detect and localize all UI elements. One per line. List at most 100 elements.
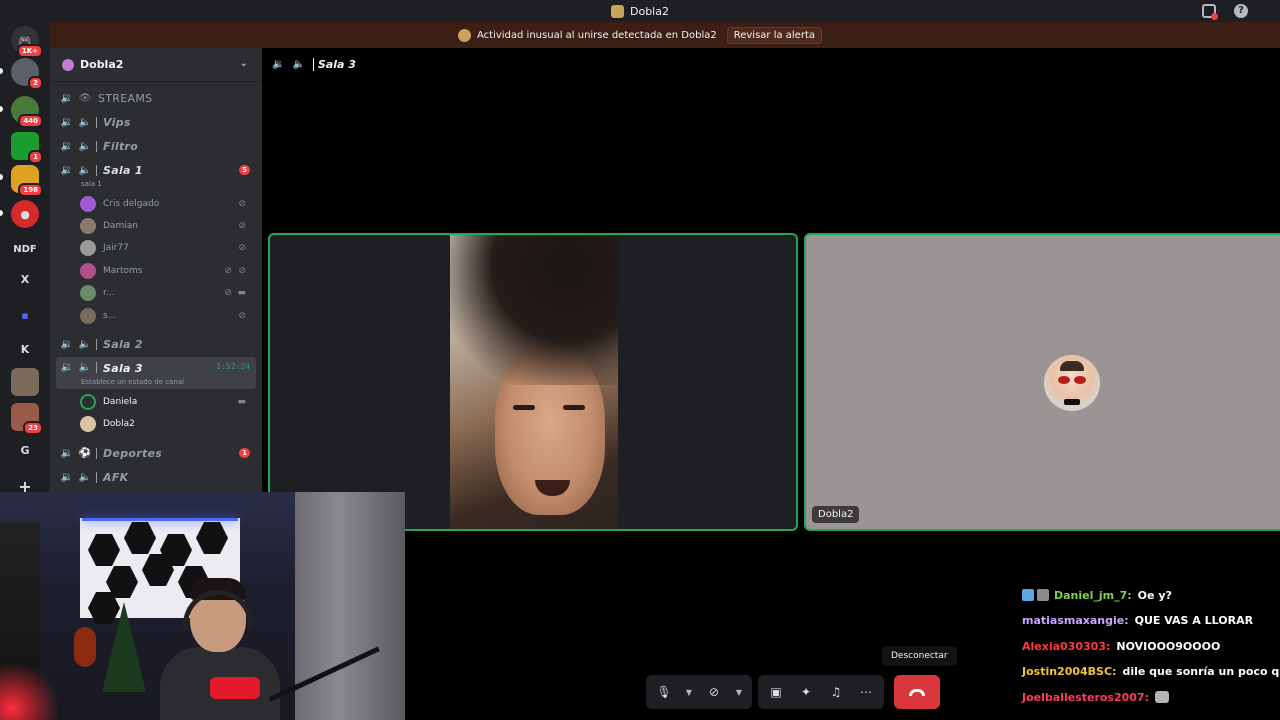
chevron-down-icon: ⌄ (239, 58, 248, 69)
channel-vips[interactable]: 🔉 🔈 Vips (56, 111, 256, 133)
server-icon-10[interactable] (11, 368, 39, 396)
muted-icon: ⊘ (224, 288, 232, 298)
call-controls: 🎙 ▼ ⊘ ▼ ▣ ✦ ♫ ⋯ (646, 675, 940, 709)
avatar (80, 240, 96, 256)
camera-off-icon[interactable]: ⊘ (704, 682, 724, 702)
screen: Dobla2 ? Actividad inusual al unirse det… (0, 0, 1280, 720)
server-icon-kick[interactable]: 1 (11, 132, 43, 164)
channel-sala-2[interactable]: 🔉 🔈 Sala 2 (56, 333, 256, 355)
speaker-icon: 🔈 (78, 140, 92, 152)
server-g[interactable]: G (11, 436, 39, 464)
chat-text: dile que sonría un poco que y (1122, 664, 1280, 678)
server-ndf[interactable]: NDF (11, 235, 39, 263)
speaker-icon: 🔈 (78, 116, 92, 128)
channel-status: sala 1 (81, 180, 102, 188)
channel-name: Filtro (103, 139, 139, 153)
badge-icon (1037, 589, 1049, 601)
voice-live-icon: 🔉 (60, 164, 74, 176)
set-channel-status[interactable]: Establece un estado de canal (81, 378, 184, 386)
chevron-down-icon[interactable]: ▼ (684, 682, 694, 702)
username: Cris delgado (103, 199, 160, 209)
chat-username: matiasmaxangie: (1022, 613, 1129, 627)
mention-badge: 1 (239, 448, 250, 458)
participant-name-tag: Dobla2 (812, 506, 860, 523)
alert-banner: Actividad inusual al unirse detectada en… (0, 22, 1280, 48)
streamer-webcam-overlay (0, 492, 405, 720)
server-k[interactable]: K (11, 335, 39, 363)
video-icon: ▬ (237, 288, 246, 298)
speaker-icon: 🔈 (78, 471, 92, 483)
video-tile-daniela[interactable] (268, 233, 798, 531)
direct-messages-icon[interactable]: 🎮 1K+ (11, 26, 43, 58)
channel-deportes[interactable]: 🔉 ⚽ Deportes 1 (56, 442, 256, 464)
avatar (80, 285, 96, 301)
voice-user[interactable]: Cris delgado ⊘ (80, 194, 256, 214)
channel-sala-1[interactable]: 🔉 🔈 Sala 1 5 (56, 159, 256, 181)
voice-user[interactable]: Jair77 ⊘ (80, 238, 256, 258)
server-icon (458, 28, 471, 42)
review-alert-button[interactable]: Revisar la alerta (726, 26, 822, 44)
voice-icon: 🔉 (272, 58, 285, 70)
call-header: 🔉 🔈 Sala 3 (262, 48, 1280, 80)
hang-up-icon (909, 688, 925, 696)
deafened-icon: ⊘ (238, 266, 246, 276)
voice-user[interactable]: Dobla2 (80, 414, 256, 434)
server-x[interactable]: X (11, 265, 39, 293)
chat-username: Alexia030303: (1022, 639, 1111, 653)
voice-user[interactable]: Martoms ⊘ ⊘ (80, 261, 256, 281)
microphone-icon[interactable]: 🎙 (654, 682, 674, 702)
avatar (80, 263, 96, 279)
ball-icon: ⚽ (78, 447, 92, 459)
folder-icon[interactable]: ▪ (11, 301, 39, 329)
activities-icon[interactable]: ✦ (796, 682, 816, 702)
channel-name: Vips (103, 115, 131, 129)
server-icon-1[interactable]: 2 (11, 58, 43, 90)
voice-icon: 🔉 (60, 338, 74, 350)
chat-message: Jostin2004BSC: dile que sonría un poco q… (1022, 661, 1280, 681)
call-timer: 1:52:24 (216, 362, 250, 371)
server-rail: 🎮 1K+ 2 440 1 198 ● NDF X ▪ K 23 G + (0, 22, 50, 496)
chevron-down-icon[interactable]: ▼ (734, 682, 744, 702)
chat-username: Daniel_jm_7: (1054, 588, 1132, 602)
channel-name: Sala 1 (103, 163, 143, 177)
avatar (80, 416, 96, 432)
chat-message: Joelballesteros2007: (1022, 687, 1169, 707)
server-header[interactable]: Dobla2 ⌄ (50, 48, 262, 82)
alert-text: Actividad inusual al unirse detectada en… (477, 29, 717, 41)
voice-user[interactable]: Damian ⊘ (80, 216, 256, 236)
muted-icon: ⊘ (224, 266, 232, 276)
disconnect-button[interactable] (894, 675, 940, 709)
voice-user[interactable]: r... ⊘ ▬ (80, 283, 256, 303)
eye-icon: 👁 (78, 92, 92, 104)
chat-username: Jostin2004BSC: (1022, 664, 1117, 678)
chat-message: Alexia030303: NOVIOOO9OOOO (1022, 636, 1220, 656)
voice-user[interactable]: Daniela ▬ (80, 392, 256, 412)
server-name: Dobla2 (80, 58, 124, 71)
server-icon-5[interactable]: ● (11, 200, 39, 228)
username: r... (103, 288, 115, 298)
server-icon-4[interactable]: 198 (11, 165, 43, 197)
username: Daniela (103, 397, 138, 407)
deafened-icon: ⊘ (238, 221, 246, 231)
channel-afk[interactable]: 🔉 🔈 AFK (56, 466, 256, 488)
more-options-icon[interactable]: ⋯ (856, 682, 876, 702)
avatar (80, 218, 96, 234)
soundboard-icon[interactable]: ♫ (826, 682, 846, 702)
channel-streams[interactable]: 🔉 👁 STREAMS (56, 87, 256, 109)
channel-name: Sala 3 (103, 362, 143, 375)
chat-text: Oe y? (1137, 588, 1172, 602)
chat-text: QUE VAS A LLORAR (1134, 613, 1254, 627)
deafened-icon: ⊘ (238, 199, 246, 209)
voice-icon: 🔉 (60, 92, 74, 104)
channel-filtro[interactable]: 🔉 🔈 Filtro (56, 135, 256, 157)
voice-user[interactable]: s... ⊘ (80, 306, 256, 326)
video-tile-dobla2[interactable]: Dobla2 (804, 233, 1280, 531)
server-icon-2[interactable]: 440 (11, 96, 43, 128)
chat-message: Daniel_jm_7: Oe y? (1022, 585, 1172, 605)
screen-share-icon[interactable]: ▣ (766, 682, 786, 702)
server-icon-11[interactable]: 23 (11, 403, 43, 435)
avatar (80, 308, 96, 324)
voice-icon: 🔉 (60, 447, 74, 459)
inbox-icon[interactable] (1202, 4, 1218, 20)
help-icon[interactable]: ? (1234, 4, 1248, 18)
